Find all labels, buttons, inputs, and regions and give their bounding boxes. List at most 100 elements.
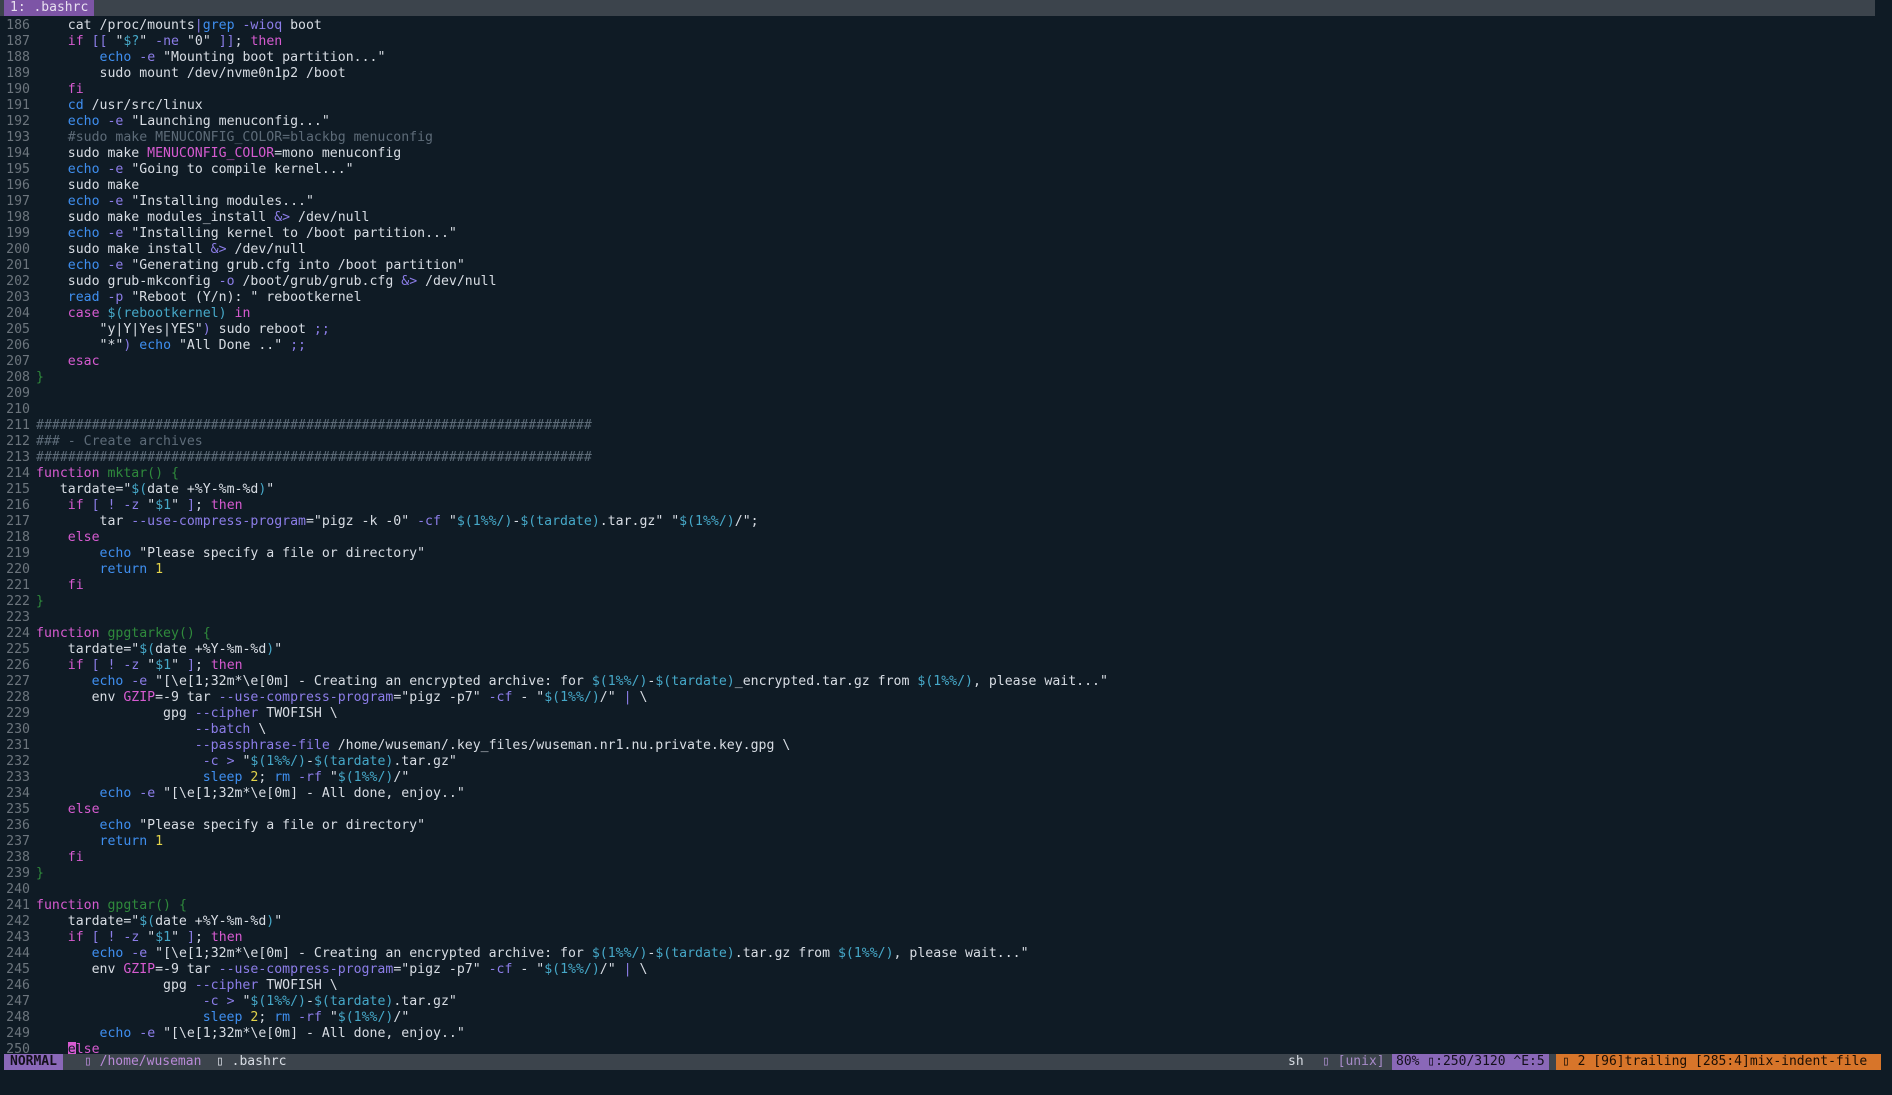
code-line[interactable]: 214 function mktar() {	[0, 466, 1875, 482]
code-line[interactable]: 228 env GZIP=-9 tar --use-compress-progr…	[0, 690, 1875, 706]
code-line[interactable]: 234 echo -e "[\e[1;32m*\e[0m] - All done…	[0, 786, 1875, 802]
code-line[interactable]: 198 sudo make modules_install &> /dev/nu…	[0, 210, 1875, 226]
line-number: 226	[6, 658, 30, 673]
line-number: 224	[6, 626, 30, 641]
code-line[interactable]: 236 echo "Please specify a file or direc…	[0, 818, 1875, 834]
code-line[interactable]: 193 #sudo make MENUCONFIG_COLOR=blackbg …	[0, 130, 1875, 146]
code-line[interactable]: 209	[0, 386, 1875, 402]
line-text: else	[67, 802, 100, 817]
code-line[interactable]: 217 tar --use-compress-program="pigz -k …	[0, 514, 1875, 530]
code-line[interactable]: 192 echo -e "Launching menuconfig..."	[0, 114, 1875, 130]
code-line[interactable]: 215 tardate="$(date +%Y-%m-%d)"	[0, 482, 1875, 498]
code-line[interactable]: 208}	[0, 370, 1875, 386]
code-line[interactable]: 196 sudo make	[0, 178, 1875, 194]
code-line[interactable]: 223	[0, 610, 1875, 626]
line-text: cat /proc/mounts|grep -wioq boot	[36, 18, 322, 33]
line-number: 249	[6, 1026, 30, 1041]
code-line[interactable]: 190 fi	[0, 82, 1875, 98]
code-line[interactable]: 239}	[0, 866, 1875, 882]
line-text: else	[36, 1042, 100, 1054]
code-line[interactable]: 229 gpg --cipher TWOFISH \	[0, 706, 1875, 722]
code-line[interactable]: 213 #####################################…	[0, 450, 1875, 466]
code-line[interactable]: 195 echo -e "Going to compile kernel..."	[0, 162, 1875, 178]
line-text: if [ ! -z "$1" ]; then	[67, 498, 243, 513]
code-line[interactable]: 199 echo -e "Installing kernel to /boot …	[0, 226, 1875, 242]
code-line[interactable]: 210	[0, 402, 1875, 418]
line-number: 209	[6, 386, 30, 401]
code-line[interactable]: 233 sleep 2; rm -rf "$(1%%/)/"	[0, 770, 1875, 786]
code-line[interactable]: 206 "*") echo "All Done .." ;;	[0, 338, 1875, 354]
line-number: 196	[6, 178, 30, 193]
code-line[interactable]: 235 else	[0, 802, 1875, 818]
code-line[interactable]: 211 #####################################…	[0, 418, 1875, 434]
code-line[interactable]: 187 if [[ "$?" -ne "0" ]]; then	[0, 34, 1875, 50]
code-line[interactable]: 226 if [ ! -z "$1" ]; then	[0, 658, 1875, 674]
code-line[interactable]: 227 echo -e "[\e[1;32m*\e[0m] - Creating…	[0, 674, 1875, 690]
code-line[interactable]: 238 fi	[0, 850, 1875, 866]
code-line[interactable]: 250 else	[0, 1042, 1875, 1054]
line-text: echo "Please specify a file or directory…	[99, 818, 426, 833]
code-line[interactable]: 203 read -p "Reboot (Y/n): " rebootkerne…	[0, 290, 1875, 306]
file-name: ▯ .bashrc	[216, 1054, 287, 1069]
line-text: -c > "$(1%%/)-$(tardate).tar.gz"	[202, 994, 457, 1009]
code-line[interactable]: 205 "y|Y|Yes|YES") sudo reboot ;;	[0, 322, 1875, 338]
line-number: 247	[6, 994, 30, 1009]
code-line[interactable]: 232 -c > "$(1%%/)-$(tardate).tar.gz"	[0, 754, 1875, 770]
line-number: 248	[6, 1010, 30, 1025]
code-line[interactable]: 244 echo -e "[\e[1;32m*\e[0m] - Creating…	[0, 946, 1875, 962]
code-line[interactable]: 188 echo -e "Mounting boot partition..."	[0, 50, 1875, 66]
line-text: echo -e "Generating grub.cfg into /boot …	[67, 258, 465, 273]
code-line[interactable]: 249 echo -e "[\e[1;32m*\e[0m] - All done…	[0, 1026, 1875, 1042]
code-line[interactable]: 243 if [ ! -z "$1" ]; then	[0, 930, 1875, 946]
line-text: --batch \	[194, 722, 267, 737]
line-number: 231	[6, 738, 30, 753]
line-text: ### - Create archives	[36, 434, 203, 449]
code-line[interactable]: 247 -c > "$(1%%/)-$(tardate).tar.gz"	[0, 994, 1875, 1010]
code-line[interactable]: 231 --passphrase-file /home/wuseman/.key…	[0, 738, 1875, 754]
code-line[interactable]: 207 esac	[0, 354, 1875, 370]
code-line[interactable]: 225 tardate="$(date +%Y-%m-%d)"	[0, 642, 1875, 658]
code-line[interactable]: 224 function gpgtarkey() {	[0, 626, 1875, 642]
code-line[interactable]: 212 ### - Create archives	[0, 434, 1875, 450]
line-text: echo "Please specify a file or directory…	[99, 546, 426, 561]
code-line[interactable]: 186 cat /proc/mounts|grep -wioq boot	[0, 18, 1875, 34]
code-line[interactable]: 189 sudo mount /dev/nvme0n1p2 /boot	[0, 66, 1875, 82]
code-line[interactable]: 219 echo "Please specify a file or direc…	[0, 546, 1875, 562]
line-number: 198	[6, 210, 30, 225]
line-text: echo -e "[\e[1;32m*\e[0m] - Creating an …	[91, 946, 1029, 961]
code-line[interactable]: 191 cd /usr/src/linux	[0, 98, 1875, 114]
code-line[interactable]: 221 fi	[0, 578, 1875, 594]
line-text: echo -e "Launching menuconfig..."	[67, 114, 330, 129]
code-line[interactable]: 242 tardate="$(date +%Y-%m-%d)"	[0, 914, 1875, 930]
line-text: gpg --cipher TWOFISH \	[36, 706, 338, 721]
code-line[interactable]: 200 sudo make install &> /dev/null	[0, 242, 1875, 258]
code-line[interactable]: 237 return 1	[0, 834, 1875, 850]
line-number: 228	[6, 690, 30, 705]
code-line[interactable]: 222}	[0, 594, 1875, 610]
code-line[interactable]: 245 env GZIP=-9 tar --use-compress-progr…	[0, 962, 1875, 978]
code-line[interactable]: 241 function gpgtar() {	[0, 898, 1875, 914]
code-editor-buffer[interactable]: 186 cat /proc/mounts|grep -wioq boot 187 …	[0, 18, 1875, 1054]
code-line[interactable]: 248 sleep 2; rm -rf "$(1%%/)/"	[0, 1010, 1875, 1026]
line-number: 218	[6, 530, 30, 545]
line-text: sudo grub-mkconfig -o /boot/grub/grub.cf…	[36, 274, 497, 289]
line-text: "y|Y|Yes|YES") sudo reboot ;;	[36, 322, 330, 337]
code-line[interactable]: 201 echo -e "Generating grub.cfg into /b…	[0, 258, 1875, 274]
code-line[interactable]: 218 else	[0, 530, 1875, 546]
code-line[interactable]: 220 return 1	[0, 562, 1875, 578]
code-line[interactable]: 230 --batch \	[0, 722, 1875, 738]
filetype: sh	[1288, 1054, 1304, 1069]
code-line[interactable]: 197 echo -e "Installing modules..."	[0, 194, 1875, 210]
warning-indicator: ▯ 2 [96]trailing [285:4]mix-indent-file	[1556, 1054, 1881, 1070]
line-number: 223	[6, 610, 30, 625]
tab-bashrc[interactable]: 1: .bashrc	[4, 0, 95, 16]
code-line[interactable]: 202 sudo grub-mkconfig -o /boot/grub/gru…	[0, 274, 1875, 290]
line-text: }	[36, 370, 44, 385]
code-line[interactable]: 204 case $(rebootkernel) in	[0, 306, 1875, 322]
code-line[interactable]: 216 if [ ! -z "$1" ]; then	[0, 498, 1875, 514]
scrollbar[interactable]	[1880, 18, 1886, 1054]
code-line[interactable]: 194 sudo make MENUCONFIG_COLOR=mono menu…	[0, 146, 1875, 162]
line-number: 233	[6, 770, 30, 785]
code-line[interactable]: 246 gpg --cipher TWOFISH \	[0, 978, 1875, 994]
code-line[interactable]: 240	[0, 882, 1875, 898]
